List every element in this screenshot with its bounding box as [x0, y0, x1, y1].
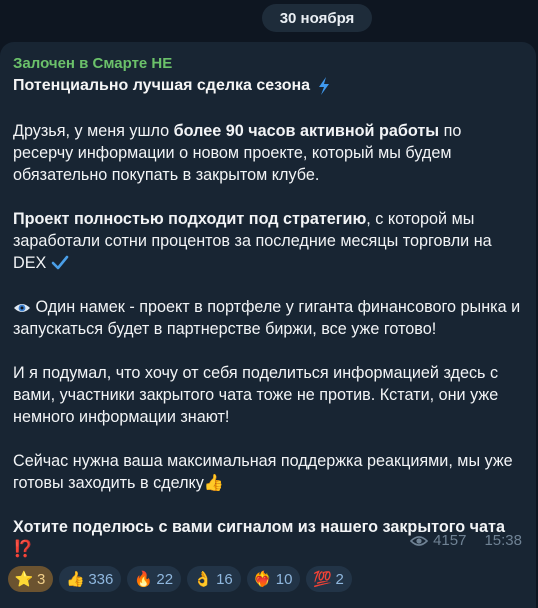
lightning-icon [319, 77, 330, 95]
ok-hand-icon: 👌 [193, 571, 213, 588]
p1-text-bold: более 90 часов активной работы [173, 122, 440, 140]
paragraph-1: Друзья, у меня ушло более 90 часов актив… [13, 120, 525, 186]
paragraph-3: Один намек - проект в портфеле у гиганта… [13, 296, 525, 340]
message-title-text: Потенциально лучшая сделка сезона [13, 77, 311, 94]
reaction-hundred[interactable]: 💯 2 [306, 566, 352, 592]
eye-icon [14, 304, 30, 312]
check-mark-icon [51, 255, 69, 270]
forwarded-from-name[interactable]: Залочен в Смарте НЕ [13, 55, 172, 72]
thumbs-up-emoji-icon: 👍 [203, 474, 225, 492]
date-separator: 30 ноября [262, 4, 372, 32]
view-count: 4157 [433, 532, 467, 549]
reaction-ok-hand[interactable]: 👌 16 [187, 566, 241, 592]
hundred-points-icon: 💯 [313, 571, 332, 588]
p3-text: Один намек - проект в портфеле у гиганта… [13, 298, 521, 338]
star-icon: ⭐ [14, 571, 34, 588]
p4-text: И я подумал, что хочу от себя поделиться… [13, 364, 499, 426]
message-time: 15:38 [484, 532, 522, 549]
reaction-count: 336 [88, 570, 114, 588]
p2-text-bold: Проект полностью подходит под стратегию [13, 210, 367, 228]
reaction-thumbs-up[interactable]: 👍 336 [59, 566, 122, 592]
interrobang-icon: ⁉️ [13, 540, 34, 558]
p1-text-a: Друзья, у меня ушло [13, 122, 174, 140]
paragraph-2: Проект полностью подходит под стратегию,… [13, 208, 525, 274]
heart-on-fire-icon: ❤️‍🔥 [253, 571, 273, 588]
message-bubble: Залочен в Смарте НЕ Потенциально лучшая … [0, 42, 536, 608]
reaction-count: 2 [335, 570, 344, 588]
paragraph-5: Сейчас нужна ваша максимальная поддержка… [13, 450, 525, 494]
message-meta: 4157 15:38 [410, 532, 522, 549]
reaction-count: 22 [156, 570, 174, 588]
reaction-heart-on-fire[interactable]: ❤️‍🔥 10 [246, 566, 301, 592]
p5-text: Сейчас нужна ваша максимальная поддержка… [13, 452, 513, 492]
views-eye-icon [410, 535, 429, 546]
date-label: 30 ноября [279, 9, 355, 27]
paragraph-4: И я подумал, что хочу от себя поделиться… [13, 362, 525, 428]
thumbs-up-icon: 👍 [66, 571, 85, 588]
reaction-count: 3 [37, 570, 46, 588]
reaction-fire[interactable]: 🔥 22 [127, 566, 182, 592]
reaction-count: 16 [216, 570, 233, 588]
fire-icon: 🔥 [134, 571, 153, 588]
reaction-count: 10 [275, 570, 293, 588]
message-title: Потенциально лучшая сделка сезона [13, 77, 331, 95]
reactions-bar: ⭐ 3 👍 336 🔥 22 👌 16 ❤️‍🔥 10 💯 2 [8, 566, 352, 592]
reaction-star[interactable]: ⭐ 3 [8, 566, 54, 592]
